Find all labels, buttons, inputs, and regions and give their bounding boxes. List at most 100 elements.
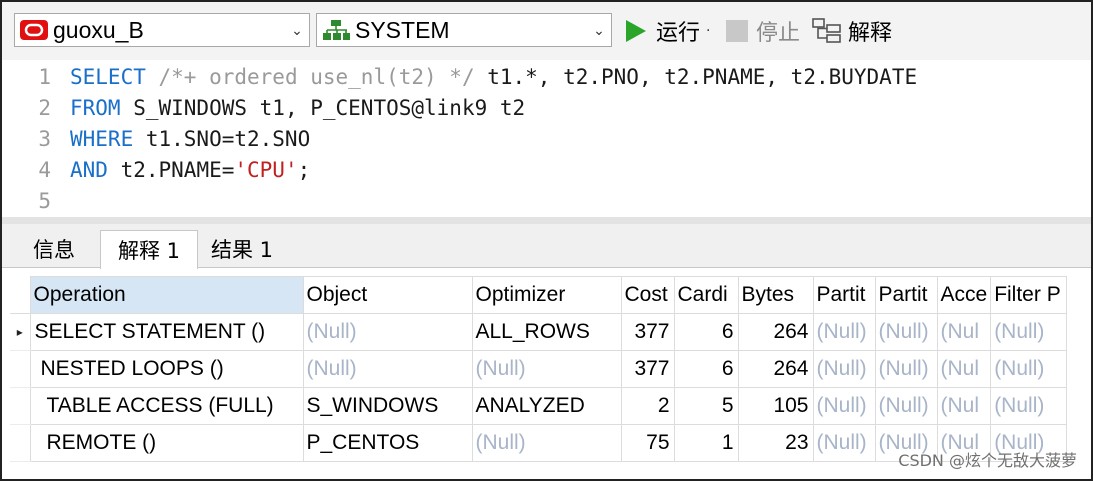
table-cell[interactable]: (Null) <box>813 387 876 425</box>
table-cell[interactable]: 264 <box>738 313 814 351</box>
stop-button[interactable]: 停止 <box>726 15 800 47</box>
table-cell[interactable]: (Null) <box>875 313 938 351</box>
tab-explain-label: 解释 1 <box>117 239 181 263</box>
table-cell[interactable]: ANALYZED <box>472 387 622 425</box>
explain-label: 解释 <box>848 21 893 46</box>
line-number: 3 <box>38 127 51 151</box>
col-header-filter-predicates[interactable]: Filter P <box>990 276 1068 314</box>
line-number: 1 <box>38 65 51 89</box>
table-cell[interactable]: (Nul <box>937 350 992 388</box>
table-cell[interactable]: 377 <box>621 313 675 351</box>
col-header-partition-stop[interactable]: Partit <box>875 276 938 314</box>
editor-line[interactable]: 2 FROM S_WINDOWS t1, P_CENTOS@link9 t2 <box>2 93 525 124</box>
explain-plan-grid: Operation Object Optimizer Cost Cardi By… <box>10 276 1068 462</box>
result-tabs: 信息 解释 1 结果 1 <box>2 224 1091 269</box>
row-indicator[interactable]: ▸ <box>10 313 31 351</box>
watermark: CSDN @炫个无敌大菠萝 <box>898 451 1077 470</box>
schema-tree-icon <box>323 20 350 40</box>
row-indicator[interactable] <box>10 424 31 462</box>
table-row[interactable]: TABLE ACCESS (FULL) S_WINDOWS ANALYZED 2 5 10… <box>10 387 1068 425</box>
schema-value: SYSTEM <box>355 16 450 43</box>
sql-token: S_WINDOWS t1, P_CENTOS@link9 t2 <box>120 96 526 120</box>
editor-line[interactable]: 3 WHERE t1.SNO=t2.SNO <box>2 124 310 155</box>
table-cell[interactable]: REMOTE () <box>30 424 304 462</box>
table-cell[interactable]: ALL_ROWS <box>472 313 622 351</box>
sql-editor[interactable]: 1 SELECT /*+ ordered use_nl(t2) */ t1.*, … <box>2 60 1091 217</box>
table-cell[interactable]: (Null) <box>875 350 938 388</box>
connection-select[interactable]: guoxu_B ⌄ <box>14 13 310 47</box>
explain-button[interactable]: 解释 <box>812 15 892 47</box>
table-cell[interactable]: 1 <box>674 424 739 462</box>
table-cell[interactable]: (Null) <box>303 350 473 388</box>
table-cell[interactable]: SELECT STATEMENT () <box>30 313 304 351</box>
table-cell[interactable]: (Null) <box>990 350 1068 388</box>
table-row[interactable]: NESTED LOOPS () (Null) (Null) 377 6 264 (Null)… <box>10 350 1068 388</box>
table-cell[interactable]: 105 <box>738 387 814 425</box>
table-cell[interactable]: (Null) <box>472 424 622 462</box>
table-cell[interactable]: 6 <box>674 350 739 388</box>
col-header-bytes[interactable]: Bytes <box>738 276 814 314</box>
play-icon <box>626 20 646 42</box>
chevron-down-icon[interactable]: ⌄ <box>587 22 611 39</box>
table-cell[interactable]: S_WINDOWS <box>303 387 473 425</box>
sql-token: t1.SNO=t2.SNO <box>133 127 311 151</box>
table-cell[interactable]: (Null) <box>813 350 876 388</box>
stop-label: 停止 <box>756 21 801 46</box>
tab-result-1[interactable]: 结果 1 <box>198 230 286 268</box>
splitter[interactable] <box>2 217 1091 224</box>
editor-line[interactable]: 1 SELECT /*+ ordered use_nl(t2) */ t1.*, … <box>2 62 917 93</box>
table-cell[interactable]: 377 <box>621 350 675 388</box>
line-number: 4 <box>38 158 51 182</box>
table-cell[interactable]: 75 <box>621 424 675 462</box>
col-header-optimizer[interactable]: Optimizer <box>472 276 622 314</box>
table-cell[interactable]: (Null) <box>303 313 473 351</box>
table-cell[interactable]: (Null) <box>990 313 1068 351</box>
table-cell[interactable]: (Null) <box>813 424 876 462</box>
table-cell[interactable]: 6 <box>674 313 739 351</box>
table-cell[interactable]: TABLE ACCESS (FULL) <box>30 387 304 425</box>
row-indicator[interactable] <box>10 387 31 425</box>
table-cell[interactable]: 264 <box>738 350 814 388</box>
table-cell[interactable]: 2 <box>621 387 675 425</box>
table-cell[interactable]: (Nul <box>937 313 992 351</box>
toolbar: guoxu_B ⌄ SYSTEM ⌄ 运行 · 停止 解释 <box>2 2 1091 60</box>
col-header-operation[interactable]: Operation <box>30 276 304 314</box>
table-cell[interactable]: P_CENTOS <box>303 424 473 462</box>
sql-token: t1.*, t2.PNO, t2.PNAME, t2.BUYDATE <box>474 65 918 89</box>
tab-info[interactable]: 信息 <box>10 230 98 268</box>
col-header-cardinality[interactable]: Cardi <box>674 276 739 314</box>
tab-info-label: 信息 <box>33 238 75 262</box>
grid-header-row: Operation Object Optimizer Cost Cardi By… <box>10 276 1068 314</box>
chevron-down-icon[interactable]: ⌄ <box>285 22 309 39</box>
explain-plan-icon <box>812 18 841 43</box>
tab-result-label: 结果 1 <box>210 238 274 262</box>
table-cell[interactable]: (Null) <box>875 387 938 425</box>
table-cell[interactable]: (Null) <box>813 313 876 351</box>
editor-line[interactable]: 5 <box>2 186 70 217</box>
table-cell[interactable]: (Null) <box>472 350 622 388</box>
table-cell[interactable]: 23 <box>738 424 814 462</box>
schema-select[interactable]: SYSTEM ⌄ <box>316 13 612 47</box>
sql-token: SELECT <box>70 65 146 89</box>
run-dropdown-dot[interactable]: · <box>706 23 710 39</box>
sql-token: FROM <box>70 96 121 120</box>
row-indicator-header <box>10 276 31 314</box>
table-cell[interactable]: (Null) <box>990 387 1068 425</box>
table-row[interactable]: ▸ SELECT STATEMENT () (Null) ALL_ROWS 377 6 26… <box>10 313 1068 351</box>
line-number: 5 <box>38 189 51 213</box>
table-cell[interactable]: NESTED LOOPS () <box>30 350 304 388</box>
col-header-object[interactable]: Object <box>303 276 473 314</box>
table-cell[interactable]: 5 <box>674 387 739 425</box>
sql-token: WHERE <box>70 127 134 151</box>
tab-explain-1[interactable]: 解释 1 <box>100 230 198 269</box>
col-header-access-predicates[interactable]: Acce <box>937 276 992 314</box>
table-cell[interactable]: (Nul <box>937 387 992 425</box>
col-header-cost[interactable]: Cost <box>621 276 675 314</box>
row-indicator[interactable] <box>10 350 31 388</box>
run-button[interactable]: 运行 · <box>626 15 710 47</box>
editor-line[interactable]: 4 AND t2.PNAME='CPU'; <box>2 155 310 186</box>
sql-token: /*+ ordered use_nl(t2) */ <box>158 65 475 89</box>
col-header-partition-start[interactable]: Partit <box>813 276 876 314</box>
sql-token: 'CPU' <box>234 158 298 182</box>
